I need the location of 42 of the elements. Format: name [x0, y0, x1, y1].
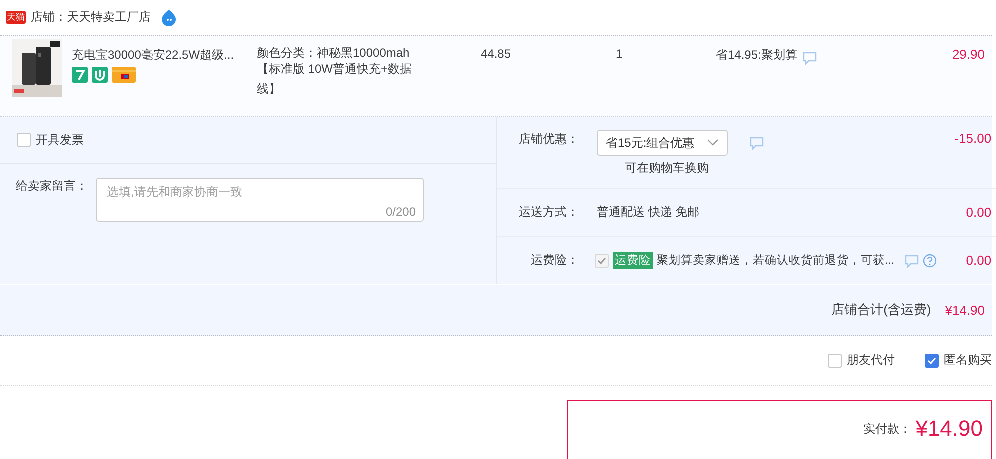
- insurance-amount: 0.00: [965, 253, 993, 268]
- checkmark-icon: [597, 256, 607, 266]
- checkbox[interactable]: [17, 133, 31, 147]
- promo-amount: -15.00: [954, 131, 993, 146]
- help-icon[interactable]: [922, 254, 937, 268]
- total-label: 店铺合计(含运费): [832, 301, 932, 319]
- unit-price: 44.85: [481, 47, 512, 63]
- shipping-amount: 0.00: [965, 205, 993, 220]
- comment-icon[interactable]: [904, 254, 919, 268]
- total-amount: ¥14.90: [945, 302, 985, 318]
- shipping-label: 运送方式：: [518, 204, 579, 221]
- card-badge-icon: [112, 67, 136, 83]
- promo-note: 可在购物车换购: [625, 160, 710, 177]
- checkmark-icon: [927, 356, 937, 366]
- quantity: 1: [616, 47, 624, 63]
- product-title[interactable]: 充电宝30000毫安22.5W超级...: [72, 47, 257, 64]
- product-spec: 颜色分类：神秘黑10000mah: [257, 45, 411, 62]
- insurance-tag: 运费险: [613, 252, 653, 269]
- discount-label: 省14.95:聚划算: [716, 47, 798, 64]
- chevron-down-icon: [706, 139, 719, 147]
- promo-dropdown[interactable]: 省15元:组合优惠: [597, 130, 728, 156]
- comment-icon[interactable]: [750, 136, 764, 150]
- invoice-label[interactable]: 开具发票: [36, 132, 84, 148]
- seven-day-badge-icon: [72, 67, 88, 83]
- option-label[interactable]: 匿名购买: [944, 352, 992, 369]
- insurance-description: 聚划算卖家赠送，若确认收货前退货，可获...: [657, 253, 895, 268]
- tmall-badge: 天猫: [6, 11, 26, 24]
- shop-name[interactable]: 店铺：天天特卖工厂店: [31, 9, 151, 26]
- comment-icon[interactable]: [803, 51, 818, 65]
- promo-label: 店铺优惠：: [518, 131, 579, 148]
- payment-amount: ¥14.90: [916, 417, 983, 441]
- payment-label: 实付款：: [864, 421, 912, 438]
- checkbox[interactable]: [925, 354, 939, 368]
- subtotal: 29.90: [951, 47, 986, 64]
- shipping-method: 普通配送 快递 免邮: [596, 204, 701, 221]
- product-spec: 【标准版 10W普通快充+数据线】: [257, 61, 414, 98]
- message-label: 给卖家留言：: [16, 178, 88, 195]
- shield-badge-icon: [92, 67, 108, 83]
- character-count: 0/200: [386, 205, 416, 219]
- checkbox[interactable]: [828, 354, 842, 368]
- option-label[interactable]: 朋友代付: [847, 352, 895, 369]
- insurance-label: 运费险：: [530, 252, 579, 269]
